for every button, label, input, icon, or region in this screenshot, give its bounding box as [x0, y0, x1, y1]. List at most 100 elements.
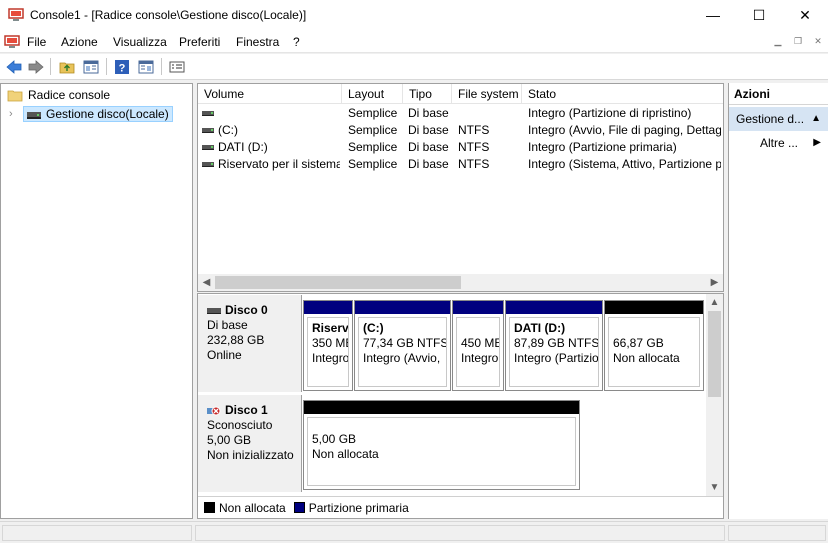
partition-bar: [506, 301, 602, 314]
disk-0-status: Online: [207, 348, 242, 362]
menu-finestra[interactable]: Finestra: [236, 35, 279, 49]
scrollbar-thumb[interactable]: [708, 311, 721, 397]
collapse-up-icon[interactable]: ▲: [811, 107, 821, 131]
column-header-file-system[interactable]: File system: [452, 84, 522, 104]
legend-unallocated-label: Non allocata: [219, 500, 286, 515]
menu-file[interactable]: File: [27, 35, 46, 49]
disk-1-name: Disco 1: [225, 403, 268, 417]
actions-more-item[interactable]: Altre ... ▶: [729, 131, 828, 155]
svg-text:?: ?: [119, 62, 126, 74]
actions-section-disk-management[interactable]: Gestione d... ▲: [729, 107, 828, 131]
volume-icon: [202, 145, 214, 151]
list-horizontal-scrollbar[interactable]: ◀ ▶: [198, 274, 723, 291]
console-app-icon: [8, 8, 24, 21]
help-icon: ?: [115, 59, 129, 74]
action-pane-icon: [138, 60, 154, 73]
partition-label: [461, 321, 496, 336]
mdi-minimize-button[interactable]: ▁: [770, 34, 786, 49]
partition-recovery[interactable]: 450 ME Integro: [452, 300, 504, 391]
partition-bar: [304, 401, 579, 414]
partition-status: Integro (Partizio: [514, 351, 599, 365]
cell-volume: Riservato per il sistema: [218, 157, 340, 171]
maximize-button[interactable]: ☐: [736, 0, 782, 30]
folder-up-icon: [59, 62, 75, 73]
cell-layout: Semplice: [348, 157, 398, 171]
up-one-level-button[interactable]: [57, 57, 77, 76]
toolbar-separator: [106, 58, 107, 75]
column-header-volume[interactable]: Volume: [198, 84, 342, 104]
menu-help[interactable]: ?: [293, 35, 300, 49]
volume-icon: [202, 128, 214, 134]
legend-swatch-primary: [293, 502, 305, 513]
scrollbar-thumb[interactable]: [215, 276, 461, 289]
cell-file-system: NTFS: [458, 140, 490, 154]
column-header-tipo[interactable]: Tipo: [403, 84, 452, 104]
actions-pane: Azioni Gestione d... ▲ Altre ... ▶: [728, 83, 828, 519]
tree-item-disk-management[interactable]: › Gestione disco(Locale): [1, 105, 192, 123]
partition-size: 77,34 GB NTFS: [363, 336, 447, 350]
show-hide-action-pane-button[interactable]: [136, 57, 156, 76]
close-button[interactable]: ✕: [782, 0, 828, 30]
show-hide-tree-button[interactable]: [81, 57, 101, 76]
console-tree-pane: Radice console › Gestione disco(Locale): [0, 83, 193, 519]
partition-system-reserved[interactable]: Riserv 350 ME Integro: [303, 300, 353, 391]
console-menu-icon[interactable]: [4, 34, 20, 50]
folder-icon: [7, 90, 23, 101]
actions-more-label: Altre ...: [760, 136, 799, 150]
volume-icon: [202, 162, 214, 168]
disk-1-status: Non inizializzato: [207, 448, 294, 462]
legend: Non allocata Partizione primaria: [198, 496, 723, 518]
disk-icon: [207, 307, 221, 314]
menu-preferiti[interactable]: Preferiti: [179, 35, 220, 49]
tree-item-root[interactable]: Radice console: [1, 86, 192, 104]
scroll-up-icon[interactable]: ▲: [706, 294, 723, 311]
scroll-down-icon[interactable]: ▼: [706, 479, 723, 496]
disk-0-label[interactable]: Disco 0 Di base 232,88 GB Online: [198, 295, 302, 392]
disk-1-size: 5,00 GB: [207, 433, 252, 447]
partition-unallocated-disk-1[interactable]: 5,00 GB Non allocata: [303, 400, 580, 490]
column-header-stato[interactable]: Stato: [522, 84, 723, 104]
column-header-layout[interactable]: Layout: [342, 84, 403, 104]
properties-button[interactable]: [167, 57, 187, 76]
cell-tipo: Di base: [408, 157, 449, 171]
disk-1-label[interactable]: Disco 1 Sconosciuto 5,00 GB Non iniziali…: [198, 395, 302, 492]
chevron-right-icon[interactable]: ›: [9, 108, 23, 120]
help-button[interactable]: ?: [112, 57, 132, 76]
cell-stato: Integro (Partizione di ripristino): [528, 106, 692, 120]
legend-swatch-unallocated: [204, 502, 215, 513]
menu-azione[interactable]: Azione: [61, 35, 98, 49]
legend-primary-label: Partizione primaria: [308, 500, 409, 515]
table-row[interactable]: (C:) Semplice Di base NTFS Integro (Avvi…: [198, 122, 721, 139]
cell-layout: Semplice: [348, 140, 398, 154]
cell-tipo: Di base: [408, 106, 449, 120]
partition-bar: [453, 301, 503, 314]
table-row[interactable]: Semplice Di base Integro (Partizione di …: [198, 105, 721, 122]
mdi-close-button[interactable]: ✕: [810, 34, 826, 49]
back-button[interactable]: [4, 57, 24, 76]
minimize-button[interactable]: —: [690, 0, 736, 30]
partition-label: (C:): [363, 321, 384, 335]
window-title: Console1 - [Radice console\Gestione disc…: [30, 8, 307, 22]
disk-graphical-pane: Disco 0 Di base 232,88 GB Online Riserv …: [197, 293, 724, 519]
graph-vertical-scrollbar[interactable]: ▲ ▼: [706, 294, 723, 496]
partition-dati-d[interactable]: DATI (D:) 87,89 GB NTFS Integro (Partizi…: [505, 300, 603, 391]
status-segment: [195, 525, 725, 541]
partition-label: DATI (D:): [514, 321, 566, 335]
forward-button[interactable]: [26, 57, 46, 76]
partition-status: Integro: [461, 351, 499, 365]
cell-volume: (C:): [218, 123, 238, 137]
disk-management-icon: [27, 111, 41, 119]
partition-unallocated-disk-0[interactable]: 66,87 GB Non allocata: [604, 300, 704, 391]
cell-stato: Integro (Sistema, Attivo, Partizione pri: [528, 157, 721, 171]
table-row[interactable]: Riservato per il sistema Semplice Di bas…: [198, 156, 721, 173]
table-row[interactable]: DATI (D:) Semplice Di base NTFS Integro …: [198, 139, 721, 156]
scroll-left-icon[interactable]: ◀: [198, 274, 215, 291]
disk-1-type: Sconosciuto: [207, 418, 273, 432]
partition-c[interactable]: (C:) 77,34 GB NTFS Integro (Avvio,: [354, 300, 451, 391]
partition-status: Non allocata: [312, 447, 379, 461]
mdi-restore-button[interactable]: ❐: [790, 34, 806, 49]
scroll-right-icon[interactable]: ▶: [706, 274, 723, 291]
menu-bar: File Azione Visualizza Preferiti Finestr…: [0, 31, 828, 53]
menu-visualizza[interactable]: Visualizza: [113, 35, 167, 49]
cell-stato: Integro (Avvio, File di paging, Dettag: [528, 123, 721, 137]
